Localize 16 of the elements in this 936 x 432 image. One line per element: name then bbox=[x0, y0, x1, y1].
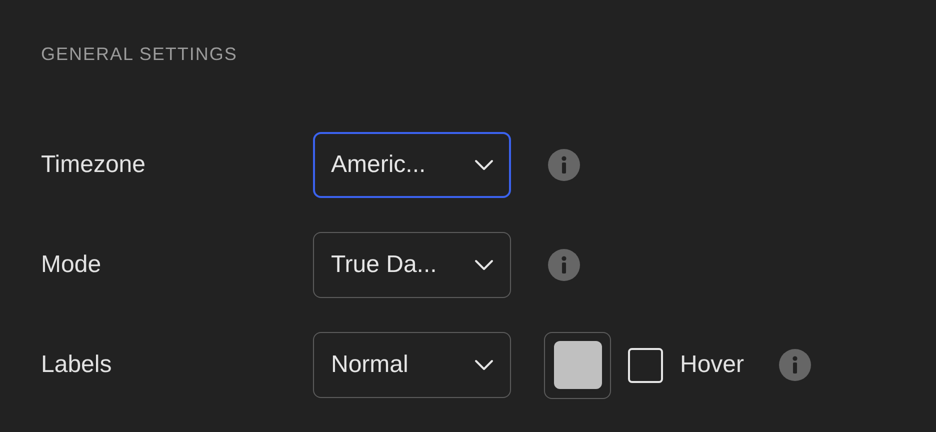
dropdown[interactable]: Americ... bbox=[313, 132, 511, 198]
section-title: GENERAL SETTINGS bbox=[41, 43, 238, 66]
info-icon[interactable] bbox=[548, 149, 580, 181]
setting-label: Timezone bbox=[41, 151, 146, 179]
caret-icon bbox=[474, 359, 494, 371]
setting-label: Labels bbox=[41, 351, 113, 379]
caret-icon bbox=[474, 259, 494, 271]
checkbox[interactable] bbox=[628, 348, 663, 382]
dropdown[interactable]: True Da... bbox=[313, 232, 511, 298]
checkbox-label: Hover bbox=[680, 351, 744, 379]
dropdown[interactable]: Normal bbox=[313, 332, 511, 398]
setting-label: Mode bbox=[41, 251, 102, 279]
color-picker[interactable] bbox=[544, 332, 611, 398]
caret-icon bbox=[474, 159, 494, 171]
info-icon[interactable] bbox=[779, 349, 812, 381]
info-icon[interactable] bbox=[548, 249, 580, 281]
